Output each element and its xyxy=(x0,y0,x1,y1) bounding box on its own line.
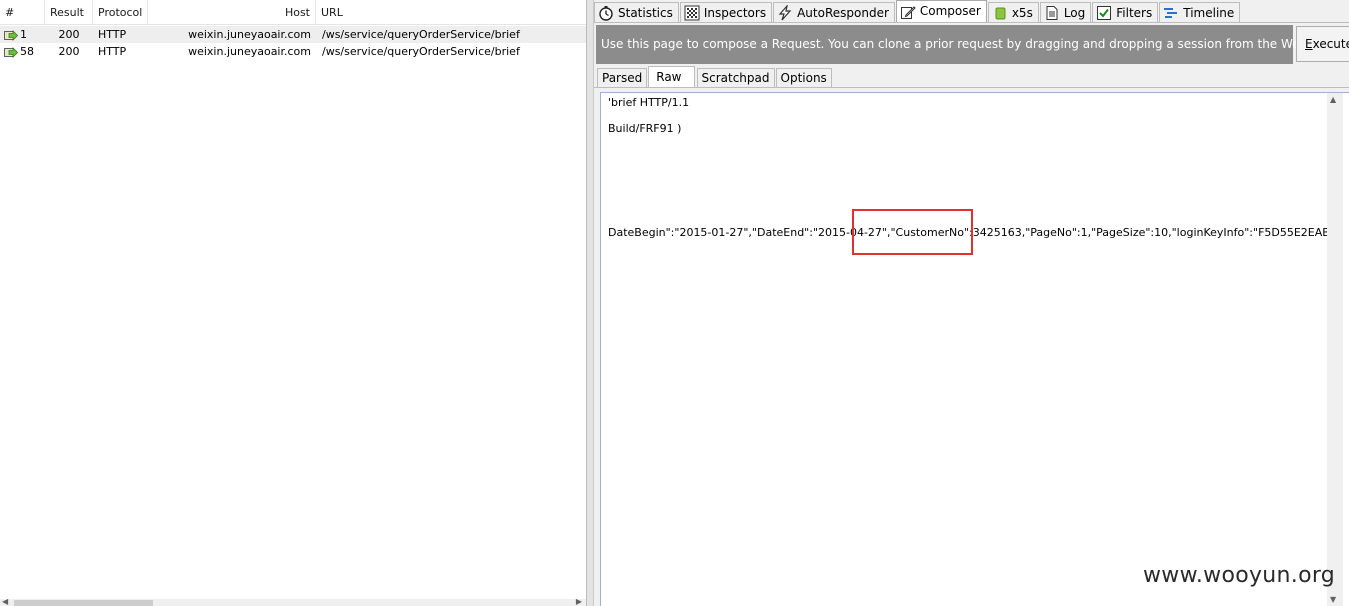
execute-underlined-letter: E xyxy=(1305,37,1313,51)
pencil-icon xyxy=(900,4,916,20)
session-url: /ws/service/queryOrderService/brief xyxy=(322,28,520,41)
scroll-down-arrow-icon[interactable]: ▼ xyxy=(1330,595,1336,604)
scroll-up-arrow-icon[interactable]: ▲ xyxy=(1330,95,1336,104)
column-header-url[interactable]: URL xyxy=(316,0,586,25)
editor-vertical-scrollbar[interactable]: ▲ ▼ xyxy=(1327,93,1343,606)
sessions-list: 1 200 HTTP weixin.juneyaoair.com /ws/ser… xyxy=(0,26,586,60)
tab-label: Composer xyxy=(919,4,981,18)
session-protocol: HTTP xyxy=(98,28,127,41)
timeline-icon xyxy=(1163,5,1179,21)
raw-request-body-line: DateBegin":"2015-01-27","DateEnd":"2015-… xyxy=(608,226,1327,239)
inspectors-icon xyxy=(684,5,700,21)
tab-autoresponder[interactable]: AutoResponder xyxy=(773,2,895,23)
session-row[interactable]: 1 200 HTTP weixin.juneyaoair.com /ws/ser… xyxy=(0,26,586,43)
main-tab-strip: Statistics Inspectors AutoResponder Comp… xyxy=(594,0,1241,23)
x5s-icon xyxy=(992,5,1008,21)
column-header-number[interactable]: # xyxy=(0,0,45,25)
web-sessions-panel: # Result Protocol Host URL 1 200 HTTP we… xyxy=(0,0,586,606)
tab-statistics[interactable]: Statistics xyxy=(594,2,679,23)
document-icon xyxy=(1044,5,1060,21)
composer-subtab-strip: Parsed Raw Scratchpad Options xyxy=(597,66,833,88)
tab-label: x5s xyxy=(1011,5,1033,20)
column-header-result[interactable]: Result xyxy=(45,0,93,25)
tab-inspectors[interactable]: Inspectors xyxy=(679,2,773,23)
tab-label: Inspectors xyxy=(703,5,767,20)
execute-label-rest: xecute xyxy=(1312,37,1349,51)
session-result: 200 xyxy=(58,45,80,58)
raw-request-line: Build/FRF91 ) xyxy=(608,122,682,135)
watermark: www.wooyun.org xyxy=(1143,563,1336,588)
session-url: /ws/service/queryOrderService/brief xyxy=(322,45,520,58)
session-protocol: HTTP xyxy=(98,45,127,58)
request-arrow-icon xyxy=(4,46,19,58)
scroll-left-arrow-icon[interactable]: ◀ xyxy=(2,597,8,606)
subtab-options[interactable]: Options xyxy=(775,68,832,88)
column-header-protocol[interactable]: Protocol xyxy=(93,0,148,25)
tools-panel: Statistics Inspectors AutoResponder Comp… xyxy=(594,0,1349,606)
tab-x5s[interactable]: x5s xyxy=(987,2,1039,23)
sessions-horizontal-scrollbar[interactable]: ◀ ▶ xyxy=(0,597,586,606)
sessions-column-header: # Result Protocol Host URL xyxy=(0,0,586,25)
tab-label: Log xyxy=(1063,5,1086,20)
tab-strip-divider xyxy=(594,22,1349,23)
tab-filters[interactable]: Filters xyxy=(1092,2,1159,23)
tab-label: Statistics xyxy=(618,5,673,20)
session-result: 200 xyxy=(58,28,80,41)
session-host: weixin.juneyaoair.com xyxy=(188,28,311,41)
column-header-host[interactable]: Host xyxy=(148,0,316,25)
session-row[interactable]: 58 200 HTTP weixin.juneyaoair.com /ws/se… xyxy=(0,43,586,60)
scroll-right-arrow-icon[interactable]: ▶ xyxy=(576,597,582,606)
session-number: 58 xyxy=(20,45,34,58)
composer-info-banner: Use this page to compose a Request. You … xyxy=(596,25,1349,64)
panel-splitter[interactable] xyxy=(586,0,594,606)
tab-composer[interactable]: Composer xyxy=(895,0,987,22)
session-host: weixin.juneyaoair.com xyxy=(188,45,311,58)
raw-request-editor[interactable]: 'brief HTTP/1.1 Build/FRF91 ) DateBegin"… xyxy=(600,92,1349,606)
subtab-divider xyxy=(594,87,1349,88)
subtab-scratchpad[interactable]: Scratchpad xyxy=(696,68,775,88)
request-arrow-icon xyxy=(4,29,19,41)
tab-label: AutoResponder xyxy=(797,5,889,20)
execute-button[interactable]: Execute xyxy=(1296,26,1349,62)
tab-timeline[interactable]: Timeline xyxy=(1159,2,1241,23)
lightning-icon xyxy=(777,3,793,21)
raw-request-line: 'brief HTTP/1.1 xyxy=(608,96,690,109)
checkbox-checked-icon xyxy=(1096,5,1112,21)
tab-label: Timeline xyxy=(1183,5,1235,20)
subtab-raw[interactable]: Raw xyxy=(648,66,695,88)
tab-log[interactable]: Log xyxy=(1039,2,1092,23)
subtab-parsed[interactable]: Parsed xyxy=(597,68,648,88)
stopwatch-icon xyxy=(598,5,614,21)
session-number: 1 xyxy=(20,28,27,41)
tab-label: Filters xyxy=(1116,5,1153,20)
scrollbar-thumb[interactable] xyxy=(14,600,153,606)
